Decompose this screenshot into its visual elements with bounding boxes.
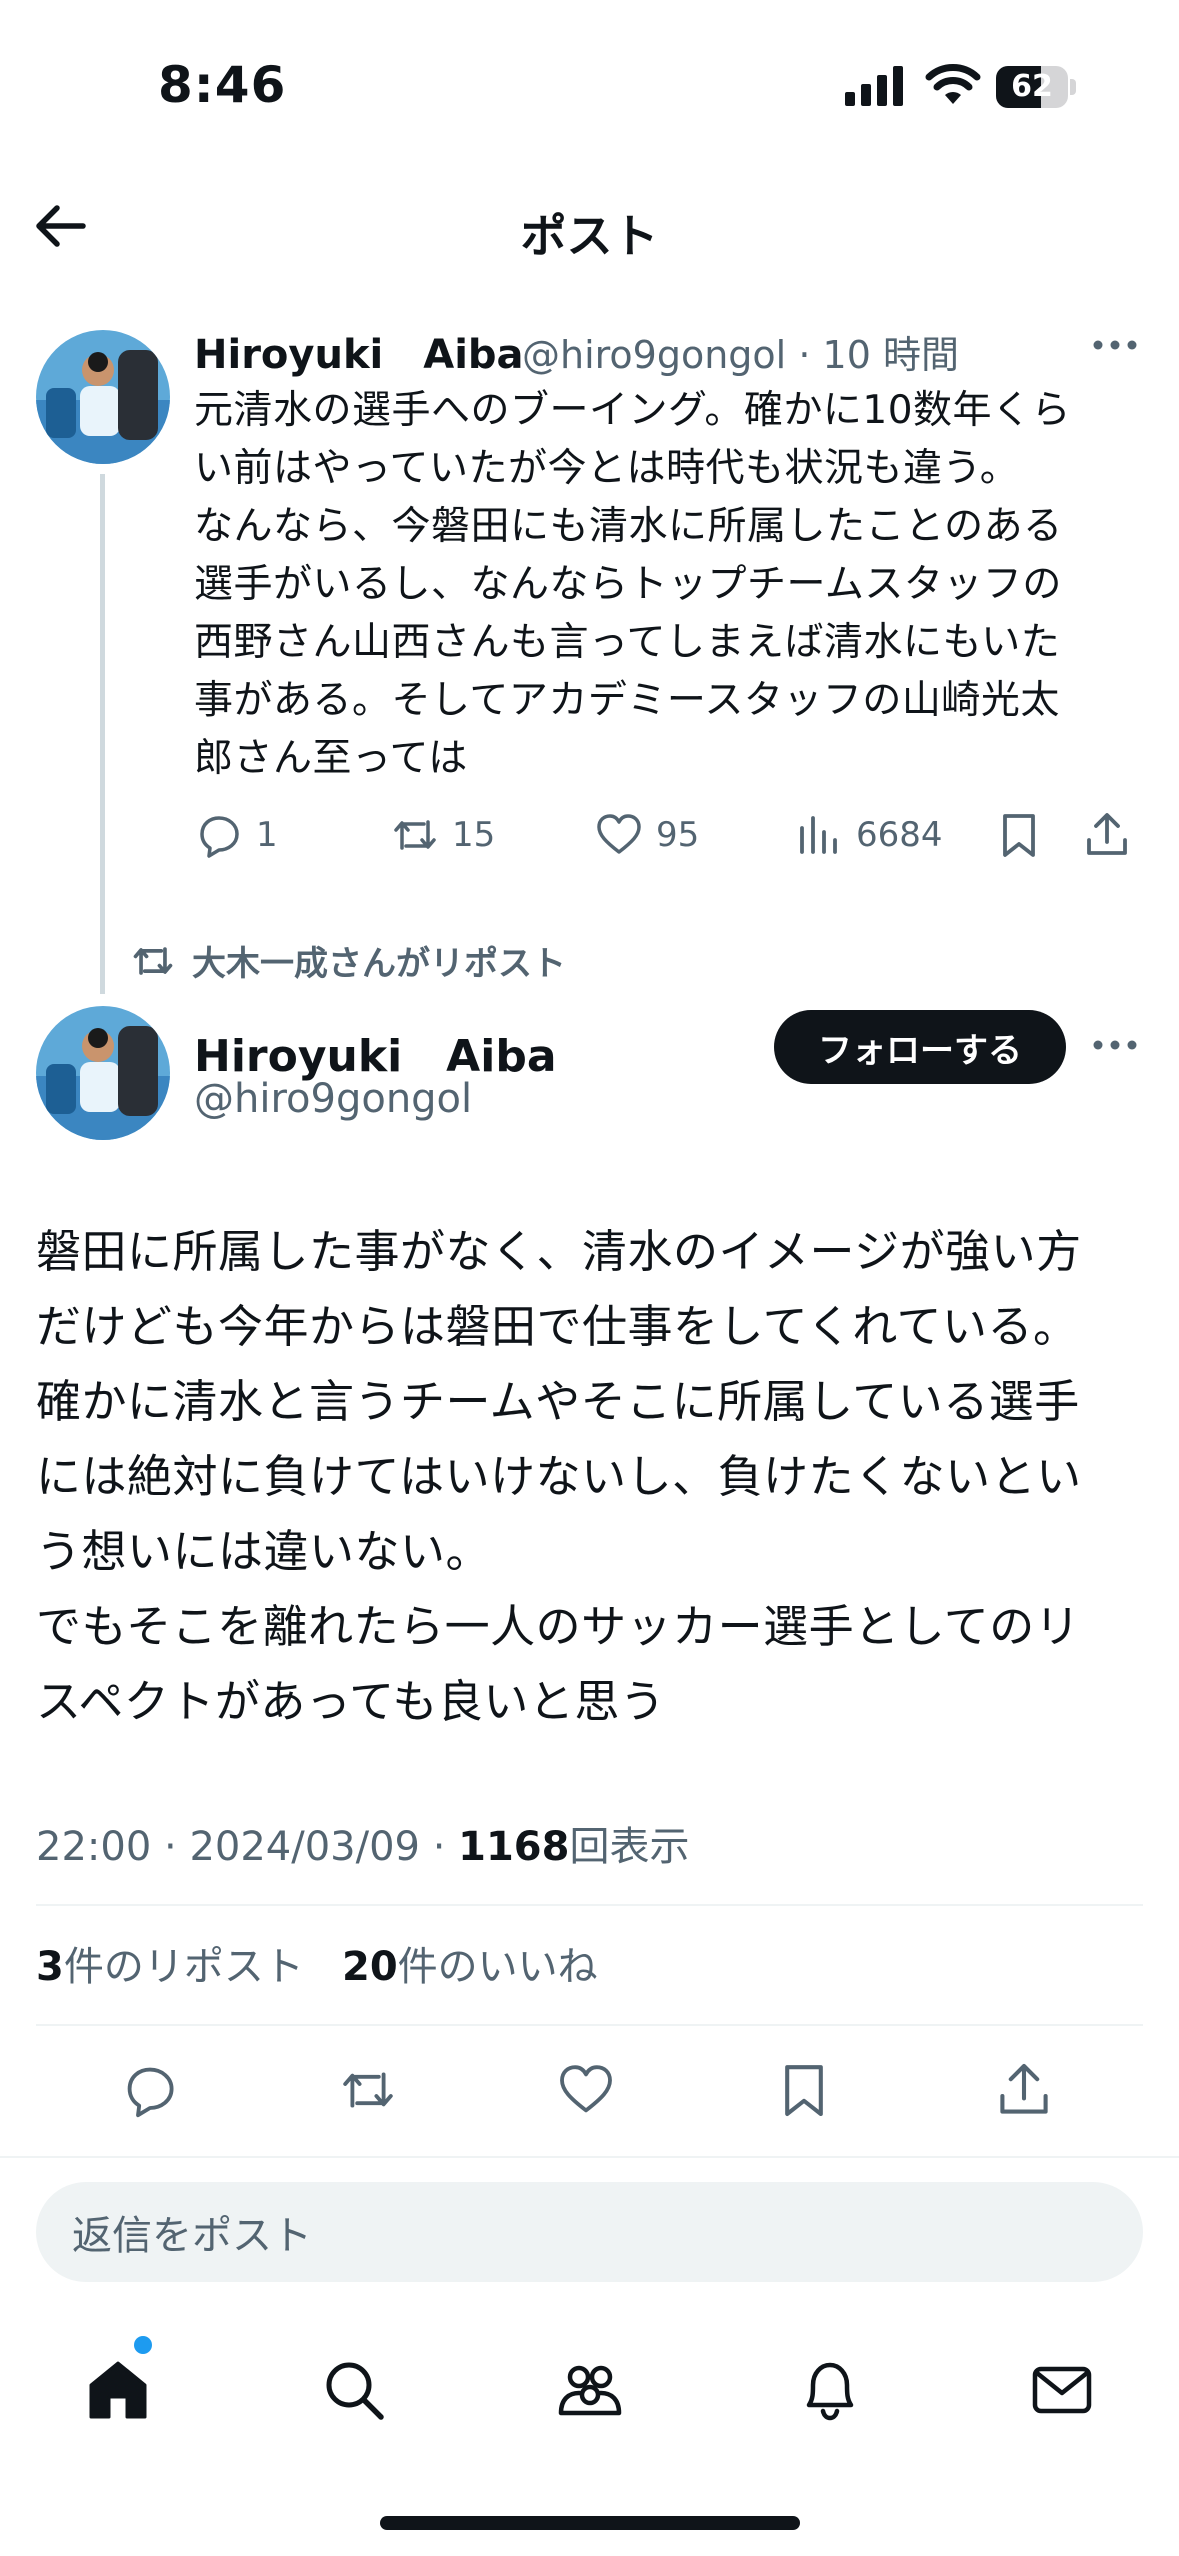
share-button[interactable] (984, 2050, 1064, 2130)
separator: · (164, 1824, 177, 1870)
repost-button[interactable] (328, 2050, 408, 2130)
post-time: 10 時間 (822, 333, 959, 377)
share-icon (1087, 813, 1127, 855)
notifications-icon (806, 2362, 854, 2421)
follow-button[interactable]: フォローする (774, 1010, 1066, 1084)
share-icon (1000, 2063, 1048, 2114)
wifi-icon (925, 64, 981, 104)
like-button[interactable] (546, 2050, 626, 2130)
repost-label: 件のリポスト (63, 1944, 304, 1990)
divider (36, 2024, 1143, 2026)
bookmark-button[interactable] (764, 2050, 844, 2130)
repost-count: 3 (36, 1944, 64, 1990)
bookmark-icon (1003, 814, 1035, 857)
separator: · (432, 1824, 446, 1870)
author-name[interactable]: Hiroyuki Aiba (194, 322, 524, 380)
repost-context-text: 大木一成さんがリポスト (192, 944, 566, 984)
repost-context[interactable]: 大木一成さんがリポスト (130, 936, 566, 985)
nav-search[interactable] (314, 2350, 394, 2430)
main-post-actions (0, 2050, 1179, 2130)
views-button[interactable]: 6684 (794, 800, 943, 870)
like-label: 件のいいね (397, 1944, 598, 1990)
like-stat[interactable]: 20件のいいね (342, 1944, 598, 1990)
view-label: 回表示 (569, 1824, 690, 1870)
author-handle-time[interactable]: @hiro9gongol · 10 時間 (522, 324, 959, 379)
like-button[interactable]: 95 (594, 800, 699, 870)
bottom-nav (0, 2330, 1179, 2450)
repost-stat[interactable]: 3件のリポスト (36, 1944, 304, 1990)
reply-count: 1 (256, 815, 278, 855)
post-stats: 3件のリポスト 20件のいいね (36, 1934, 598, 1992)
post-meta: 22:00 · 2024/03/09 · 1168回表示 (36, 1814, 689, 1872)
status-time: 8:46 (158, 56, 287, 114)
post-text[interactable]: 元清水の選手へのブーイング。確かに10数年くら い前はやっていたが今とは時代も状… (194, 382, 1134, 788)
author-name[interactable]: Hiroyuki Aiba (194, 1020, 557, 1084)
repost-icon (133, 946, 173, 975)
reply-button[interactable]: 1 (194, 800, 278, 870)
author-handle[interactable]: @hiro9gongol (194, 1076, 472, 1122)
messages-icon (1032, 2366, 1092, 2414)
home-icon (89, 2361, 147, 2419)
reply-icon (200, 816, 239, 858)
cellular-signal-icon (845, 66, 903, 106)
bookmark-button[interactable] (994, 800, 1044, 870)
like-count: 20 (342, 1944, 398, 1990)
repost-count: 15 (452, 815, 496, 855)
post-text: 磐田に所属した事がなく、清水のイメージが強い方 だけども今年からは磐田で仕事をし… (36, 1225, 1082, 1728)
post-actions: 1 15 95 6684 (194, 800, 1134, 870)
like-count: 95 (656, 815, 700, 855)
nav-notifications[interactable] (790, 2350, 870, 2430)
communities-icon (558, 2365, 622, 2416)
avatar[interactable] (36, 330, 170, 464)
battery-icon: 62 (996, 66, 1076, 108)
page-title: ポスト (520, 209, 659, 263)
battery-level: 62 (1011, 69, 1053, 104)
analytics-icon (800, 816, 837, 854)
nav-communities[interactable] (550, 2350, 630, 2430)
reply-icon (127, 2067, 174, 2118)
status-bar: 8:46 62 (0, 0, 1179, 150)
view-count: 6684 (856, 815, 943, 855)
divider (36, 1904, 1143, 1906)
search-icon (326, 2362, 384, 2420)
post-time[interactable]: 22:00 (36, 1824, 151, 1870)
nav-home[interactable] (78, 2350, 158, 2430)
view-count: 1168 (458, 1824, 570, 1870)
heart-icon (597, 814, 641, 854)
reply-divider (0, 2156, 1179, 2158)
bookmark-icon (785, 2065, 823, 2117)
repost-icon (343, 2072, 393, 2108)
unread-dot (134, 2336, 152, 2354)
thread-line (100, 474, 105, 994)
post-date[interactable]: 2024/03/09 (189, 1824, 420, 1870)
more-icon[interactable] (1090, 330, 1140, 360)
nav-messages[interactable] (1022, 2350, 1102, 2430)
home-indicator[interactable] (380, 2516, 800, 2530)
reply-input[interactable]: 返信をポスト (36, 2182, 1143, 2282)
header: ポスト (0, 160, 1179, 290)
author-handle: @hiro9gongol (522, 333, 787, 377)
reply-button[interactable] (110, 2050, 190, 2130)
avatar[interactable] (36, 1006, 170, 1140)
repost-button[interactable]: 15 (390, 800, 495, 870)
repost-icon (394, 820, 436, 850)
more-icon[interactable] (1090, 1030, 1140, 1060)
heart-icon (560, 2065, 612, 2113)
separator: · (798, 333, 811, 377)
share-button[interactable] (1082, 800, 1132, 870)
